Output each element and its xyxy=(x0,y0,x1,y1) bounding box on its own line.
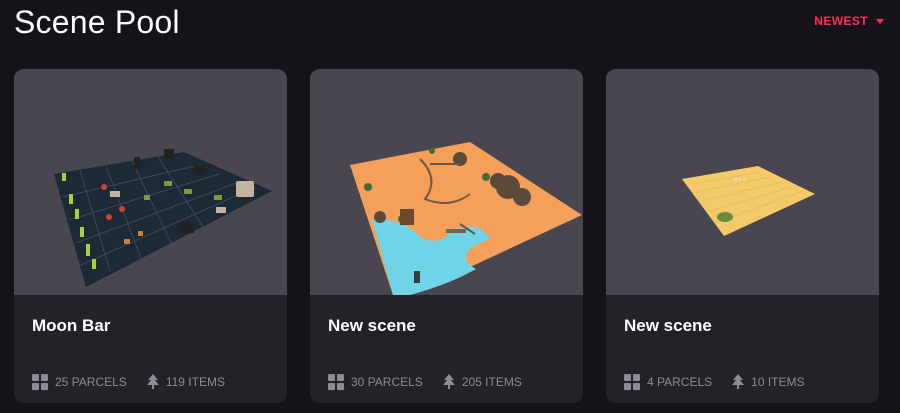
page-title: Scene Pool xyxy=(14,4,180,40)
sort-label: NEWEST xyxy=(814,14,868,28)
parcels-stat: 25 PARCELS xyxy=(32,374,127,390)
scene-card[interactable]: Moon Bar 25 PARCELS 119 ITEMS xyxy=(14,69,287,403)
scene-card[interactable]: New scene 30 PARCELS 205 ITEMS xyxy=(310,69,583,403)
items-stat: 10 ITEMS xyxy=(732,374,805,390)
sort-dropdown[interactable]: NEWEST xyxy=(814,14,884,28)
scene-thumbnail xyxy=(310,69,583,295)
scene-thumbnail xyxy=(14,69,287,295)
tree-icon xyxy=(442,374,455,390)
parcels-stat: 30 PARCELS xyxy=(328,374,423,390)
items-count: 205 ITEMS xyxy=(461,375,522,389)
grid-icon xyxy=(328,374,344,390)
caret-down-icon xyxy=(876,18,884,24)
items-count: 119 ITEMS xyxy=(165,375,225,389)
tree-icon xyxy=(146,374,159,390)
scene-title: New scene xyxy=(328,316,416,335)
scene-card[interactable]: New scene 4 PARCELS 10 ITEMS xyxy=(606,69,879,403)
scene-thumbnail xyxy=(606,69,879,295)
tree-icon xyxy=(732,374,745,390)
scene-stats: 4 PARCELS 10 ITEMS xyxy=(624,374,861,390)
parcels-stat: 4 PARCELS xyxy=(624,374,712,390)
parcels-count: 4 PARCELS xyxy=(647,375,713,389)
parcels-count: 30 PARCELS xyxy=(351,375,423,389)
items-count: 10 ITEMS xyxy=(751,375,805,389)
parcels-count: 25 PARCELS xyxy=(55,375,127,389)
scene-list: Moon Bar 25 PARCELS 119 ITEMS New scene … xyxy=(14,69,879,403)
items-stat: 119 ITEMS xyxy=(146,374,225,390)
grid-icon xyxy=(624,374,640,390)
grid-icon xyxy=(32,374,48,390)
scene-stats: 30 PARCELS 205 ITEMS xyxy=(328,374,565,390)
scene-title: Moon Bar xyxy=(32,316,111,335)
scene-title: New scene xyxy=(624,316,712,335)
scene-stats: 25 PARCELS 119 ITEMS xyxy=(32,374,269,390)
items-stat: 205 ITEMS xyxy=(442,374,522,390)
